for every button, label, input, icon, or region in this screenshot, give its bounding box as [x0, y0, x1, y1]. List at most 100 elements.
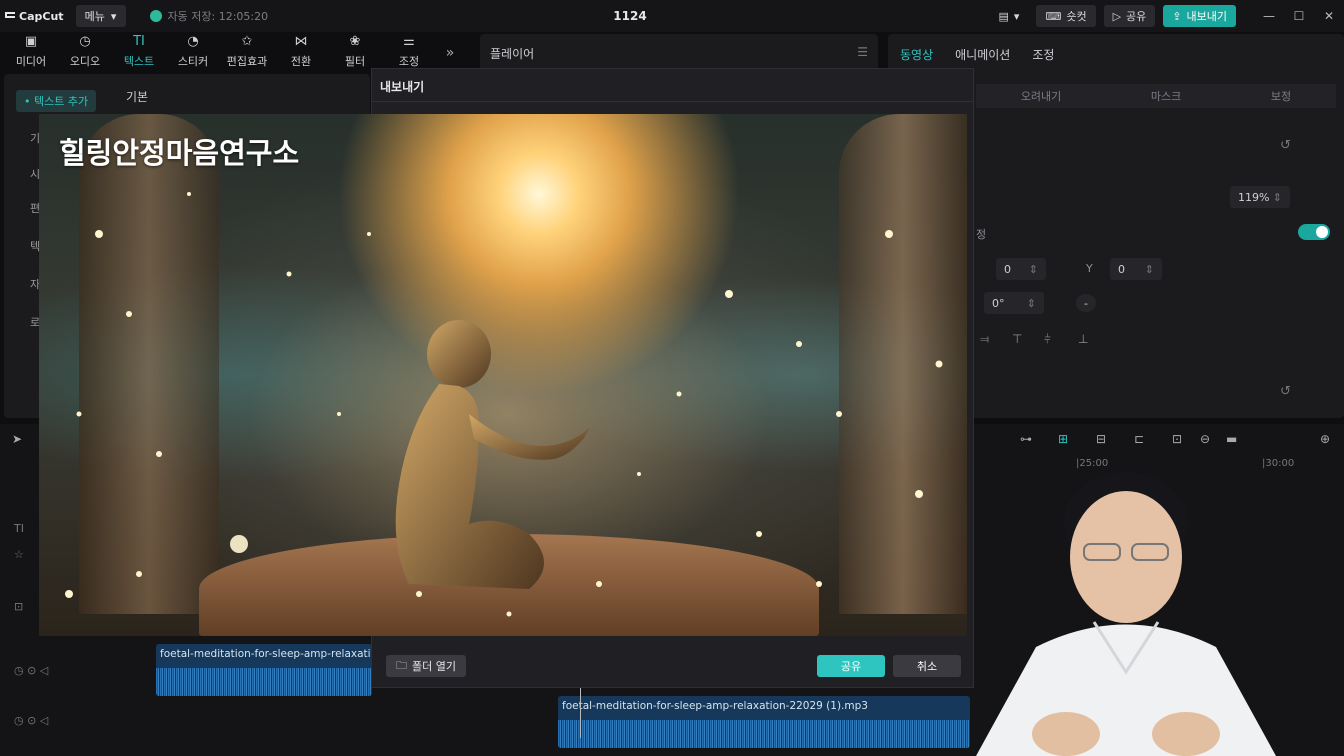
- chevron-down-icon: ▾: [110, 9, 117, 23]
- tool-label: 전환: [290, 55, 312, 68]
- export-label: 내보내기: [1186, 10, 1227, 23]
- sticker-icon: ◔: [187, 34, 199, 49]
- tab-animation[interactable]: 애니메이션: [955, 46, 1010, 63]
- zoom-slider-icon[interactable]: ▬: [1226, 432, 1237, 446]
- zoom-in-icon[interactable]: ⊕: [1320, 432, 1330, 446]
- presenter-webcam: [976, 472, 1276, 756]
- align-right-icon[interactable]: ⫤: [980, 332, 989, 347]
- tool-adjust[interactable]: ⚌ 조정: [382, 34, 436, 72]
- share-button[interactable]: ▷ 공유: [1103, 5, 1156, 27]
- subtab-retouch[interactable]: 보정: [1271, 88, 1291, 104]
- playhead[interactable]: [580, 686, 581, 738]
- tool-media[interactable]: ▣ 미디어: [4, 34, 58, 72]
- y-label: Y: [1086, 262, 1093, 275]
- audio-clip-name: foetal-meditation-for-sleep-amp-relaxati…: [562, 700, 868, 712]
- x-input[interactable]: 0 ⇕: [996, 258, 1046, 280]
- y-value: 0: [1118, 262, 1125, 276]
- shortcut-label: 숏컷: [1066, 10, 1087, 23]
- scale-input[interactable]: 119% ⇕: [1230, 186, 1290, 208]
- audio-clip[interactable]: foetal-meditation-for-sleep-amp-relaxati…: [558, 696, 970, 748]
- reset-icon[interactable]: ↺: [1280, 384, 1291, 399]
- audio-clip[interactable]: foetal-meditation-for-sleep-amp-relaxati…: [156, 644, 372, 696]
- menu-button[interactable]: 메뉴 ▾: [75, 5, 126, 27]
- open-folder-button[interactable]: 🗀 폴더 열기: [386, 655, 466, 677]
- basic-section-label: 기본: [126, 90, 149, 104]
- dialog-title: 내보내기: [380, 80, 425, 94]
- stepper-icon: ⇕: [1272, 190, 1282, 204]
- more-tools-icon[interactable]: »: [436, 34, 464, 72]
- filter-icon: ❀: [349, 34, 361, 49]
- sticker-track-icon: ☆: [14, 548, 24, 561]
- export-preview-image: 힐링안정마음연구소: [39, 114, 967, 636]
- app-logo: CapCut: [4, 9, 64, 24]
- share-label: 공유: [1126, 10, 1147, 23]
- ruler-tick: |30:00: [1262, 458, 1295, 469]
- minimize-icon[interactable]: —: [1254, 9, 1284, 23]
- tool-effects[interactable]: ✩ 편집효과: [220, 34, 274, 72]
- tool-transition[interactable]: ⋈ 전환: [274, 34, 328, 72]
- hamburger-icon[interactable]: ☰: [857, 45, 868, 59]
- add-text-button[interactable]: • 텍스트 추가: [16, 90, 97, 112]
- share-icon: ▷: [1112, 9, 1122, 23]
- snap-icon[interactable]: ⊞: [1058, 432, 1068, 446]
- audio-waveform: [558, 720, 970, 748]
- adjust-icon: ⚌: [403, 34, 415, 49]
- project-title: 1124: [613, 9, 647, 23]
- tab-adjust[interactable]: 조정: [1032, 46, 1054, 63]
- tool-label: 오디오: [69, 55, 101, 68]
- text-icon: TI: [133, 34, 145, 49]
- tool-label: 미디어: [15, 55, 47, 68]
- rotation-input[interactable]: 0° ⇕: [984, 292, 1044, 314]
- divider: [372, 101, 973, 102]
- close-icon[interactable]: ✕: [1314, 9, 1344, 23]
- link-icon[interactable]: ⊶: [1020, 432, 1032, 446]
- split-icon[interactable]: ⊟: [1096, 432, 1106, 446]
- app-logo-text: CapCut: [19, 9, 64, 23]
- chevron-down-icon: ▾: [1013, 9, 1020, 23]
- subtab-mask[interactable]: 마스크: [1151, 88, 1181, 104]
- tool-label: 스티커: [177, 55, 209, 68]
- dialog-cancel-button[interactable]: 취소: [893, 655, 961, 677]
- rotation-value: 0°: [992, 296, 1005, 310]
- tab-video[interactable]: 동영상: [900, 46, 933, 63]
- uniform-scale-toggle[interactable]: [1298, 224, 1330, 240]
- tool-label: 텍스트: [123, 55, 155, 68]
- dialog-share-button[interactable]: 공유: [817, 655, 885, 677]
- preview-icon[interactable]: ⊡: [1172, 432, 1182, 446]
- audio-track-icon: ◷ ⊙ ◁: [14, 664, 49, 677]
- video-track-icon: ⊡: [14, 600, 24, 613]
- layout-icon: ▤: [998, 9, 1009, 23]
- select-cursor-icon[interactable]: ➤: [12, 432, 22, 446]
- rotation-extra-button[interactable]: -: [1076, 294, 1096, 312]
- export-icon: ⇪: [1172, 9, 1182, 23]
- reset-icon[interactable]: ↺: [1280, 138, 1291, 153]
- align-clip-icon[interactable]: ⊏: [1134, 432, 1144, 446]
- subtab-cutout[interactable]: 오려내기: [1021, 88, 1061, 104]
- toolbar-tabs: ▣ 미디어 ◷ 오디오 TI 텍스트 ◔ 스티커 ✩ 편집효과 ⋈ 전환 ❀ 필터 ⚌ 조정 »: [4, 34, 472, 72]
- layout-button[interactable]: ▤ ▾: [990, 5, 1029, 27]
- tool-audio[interactable]: ◷ 오디오: [58, 34, 112, 72]
- align-bottom-icon[interactable]: ⊥: [1078, 332, 1088, 346]
- stepper-icon: ⇕: [1028, 262, 1038, 276]
- media-icon: ▣: [24, 34, 38, 49]
- shortcut-button[interactable]: ⌨ 숏컷: [1036, 5, 1096, 27]
- tool-filter[interactable]: ❀ 필터: [328, 34, 382, 72]
- folder-icon: 🗀: [396, 658, 407, 672]
- maximize-icon[interactable]: ☐: [1284, 9, 1314, 23]
- align-middle-icon[interactable]: ⫩: [1044, 332, 1051, 347]
- audio-clip-name: foetal-meditation-for-sleep-amp-relaxati…: [160, 648, 372, 660]
- keyboard-icon: ⌨: [1045, 9, 1062, 23]
- tool-text[interactable]: TI 텍스트: [112, 34, 166, 72]
- export-button[interactable]: ⇪ 내보내기: [1163, 5, 1236, 27]
- ruler-tick: |25:00: [1076, 458, 1109, 469]
- x-value: 0: [1004, 262, 1011, 276]
- align-top-icon[interactable]: ⊤: [1012, 332, 1022, 346]
- tool-label: 조정: [398, 55, 420, 68]
- transition-icon: ⋈: [294, 34, 308, 49]
- stepper-icon: ⇕: [1026, 296, 1036, 310]
- subtabs: 오려내기 마스크 보정: [976, 84, 1336, 108]
- zoom-out-icon[interactable]: ⊖: [1200, 432, 1210, 446]
- capcut-logo-icon: [4, 9, 16, 24]
- tool-sticker[interactable]: ◔ 스티커: [166, 34, 220, 72]
- y-input[interactable]: 0 ⇕: [1110, 258, 1162, 280]
